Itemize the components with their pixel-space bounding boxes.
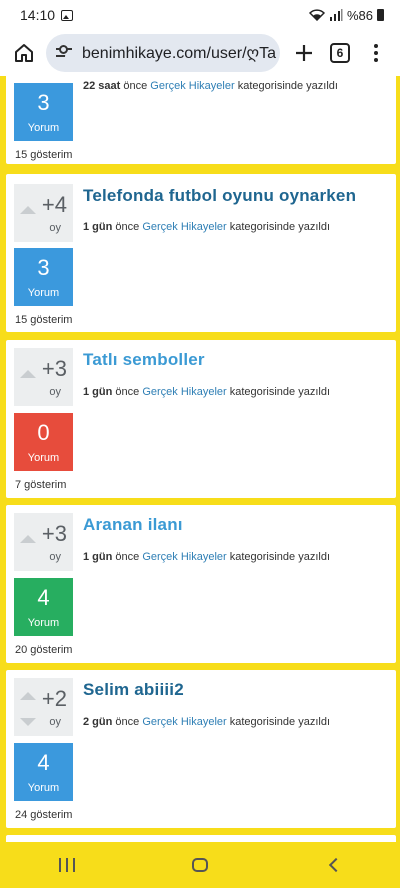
story-card: +2 oy 4 Yorum Selim abiiii2 2 gün önce G… [6, 670, 396, 828]
back-icon[interactable] [329, 857, 344, 873]
vote-label: oy [49, 551, 61, 563]
vote-count: +2 [41, 686, 67, 711]
plus-icon [296, 45, 312, 61]
recent-apps-icon[interactable] [58, 858, 75, 872]
posted-time: 1 gün [83, 386, 113, 398]
story-card: +4 oy 3 Yorum Telefonda futbol oyunu oyn… [6, 174, 396, 332]
browser-toolbar: benimhikaye.com/user/ღTa 6 [0, 30, 400, 76]
comment-label: Yorum [27, 452, 60, 464]
comment-count: 3 [37, 90, 50, 115]
view-count: 7 gösterim [15, 479, 67, 491]
menu-button[interactable] [358, 35, 394, 71]
vote-count: +3 [41, 356, 67, 381]
comment-count-box[interactable]: 0 Yorum [14, 413, 73, 471]
vote-box: +3 oy [14, 513, 73, 571]
comment-label: Yorum [27, 122, 60, 134]
gallery-notification-icon [61, 9, 74, 21]
vote-label: oy [49, 386, 61, 398]
system-navigation-bar [0, 842, 400, 888]
story-meta: 22 saat önce Gerçek Hikayeler kategorisi… [83, 80, 338, 92]
vote-count: +4 [41, 192, 67, 217]
battery-percent: %86 [346, 7, 373, 23]
signal-icon [329, 9, 343, 21]
story-card: +3 oy 0 Yorum Tatlı semboller 1 gün önce… [6, 340, 396, 498]
battery-icon [377, 9, 384, 21]
category-link[interactable]: Gerçek Hikayeler [142, 386, 226, 398]
story-card: 3 Yorum 22 saat önce Gerçek Hikayeler ka… [6, 76, 396, 164]
category-link[interactable]: Gerçek Hikayeler [142, 716, 226, 728]
story-meta: 1 gün önce Gerçek Hikayeler kategorisind… [83, 386, 331, 398]
more-vert-icon [374, 44, 378, 62]
comment-count-box[interactable]: 4 Yorum [14, 743, 73, 801]
comment-count: 3 [37, 255, 50, 280]
comment-count: 0 [37, 420, 50, 445]
story-meta: 2 gün önce Gerçek Hikayeler kategorisind… [83, 716, 331, 728]
vote-box: +3 oy [14, 348, 73, 406]
vote-label: oy [49, 716, 61, 728]
home-nav-icon[interactable] [191, 858, 208, 872]
story-meta: 1 gün önce Gerçek Hikayeler kategorisind… [83, 221, 331, 233]
story-meta: 1 gün önce Gerçek Hikayeler kategorisind… [83, 551, 331, 563]
story-card [6, 835, 396, 842]
vote-count: +3 [41, 521, 67, 546]
comment-label: Yorum [27, 287, 60, 299]
posted-time: 2 gün [83, 716, 113, 728]
view-count: 15 gösterim [15, 314, 73, 326]
url-text[interactable]: benimhikaye.com/user/ღTa [82, 43, 276, 63]
comment-label: Yorum [27, 617, 60, 629]
upvote-icon[interactable] [20, 370, 36, 378]
comment-count: 4 [37, 585, 50, 610]
comment-count-box[interactable]: 3 Yorum [14, 248, 73, 306]
posted-time: 1 gün [83, 221, 113, 233]
category-link[interactable]: Gerçek Hikayeler [142, 221, 226, 233]
wifi-icon [308, 9, 325, 21]
view-count: 20 gösterim [15, 644, 73, 656]
address-bar[interactable]: benimhikaye.com/user/ღTa [46, 34, 280, 72]
downvote-icon[interactable] [20, 718, 36, 726]
story-title[interactable]: Aranan ilanı [83, 515, 183, 535]
clock: 14:10 [20, 7, 56, 23]
tab-count: 6 [330, 43, 350, 63]
comment-count-box[interactable]: 3 Yorum [14, 83, 73, 141]
vote-label: oy [49, 222, 61, 234]
story-card: +3 oy 4 Yorum Aranan ilanı 1 gün önce Ge… [6, 505, 396, 663]
comment-label: Yorum [27, 782, 60, 794]
upvote-icon[interactable] [20, 692, 36, 700]
home-button[interactable] [6, 35, 42, 71]
posted-time: 1 gün [83, 551, 113, 563]
story-feed: 3 Yorum 22 saat önce Gerçek Hikayeler ka… [0, 76, 400, 842]
status-bar: 14:10 %86 [0, 0, 400, 30]
home-icon [15, 44, 33, 62]
new-tab-button[interactable] [286, 35, 322, 71]
site-settings-icon[interactable] [56, 45, 74, 61]
category-link[interactable]: Gerçek Hikayeler [142, 551, 226, 563]
comment-count: 4 [37, 750, 50, 775]
vote-box: +2 oy [14, 678, 73, 736]
upvote-icon[interactable] [20, 206, 36, 214]
posted-time: 22 saat [83, 80, 121, 92]
view-count: 24 gösterim [15, 809, 73, 821]
tab-switcher-button[interactable]: 6 [322, 35, 358, 71]
comment-count-box[interactable]: 4 Yorum [14, 578, 73, 636]
story-title[interactable]: Selim abiiii2 [83, 680, 184, 700]
upvote-icon[interactable] [20, 535, 36, 543]
vote-box: +4 oy [14, 184, 73, 242]
view-count: 15 gösterim [15, 149, 73, 161]
story-title[interactable]: Tatlı semboller [83, 350, 205, 370]
category-link[interactable]: Gerçek Hikayeler [150, 80, 234, 92]
story-title[interactable]: Telefonda futbol oyunu oynarken [83, 186, 356, 206]
